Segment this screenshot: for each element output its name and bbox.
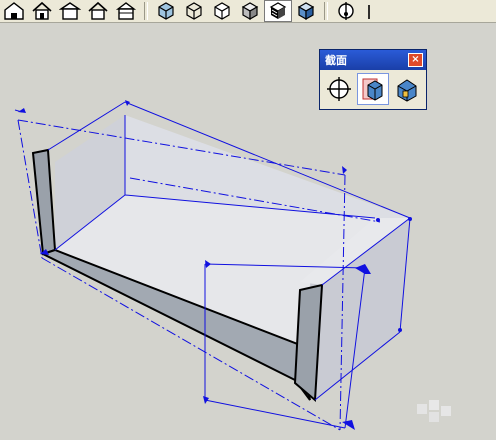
- display-section-cuts-button[interactable]: [391, 73, 423, 105]
- monochrome-style-button[interactable]: [292, 0, 320, 22]
- section-plane-icon: [327, 77, 351, 101]
- section-plane-icon: [338, 2, 354, 20]
- front-view-button[interactable]: [84, 0, 112, 22]
- palette-titlebar[interactable]: 截面 ×: [320, 50, 426, 70]
- wireframe-style-icon: [186, 2, 202, 20]
- xray-style-icon: [158, 2, 174, 20]
- monochrome-style-icon: [297, 2, 315, 21]
- toolbar: [0, 0, 496, 23]
- display-section-cuts-icon: [397, 79, 417, 102]
- section-arrow-icon: [18, 108, 26, 113]
- top-view-button[interactable]: [56, 0, 84, 22]
- views-toolbar: [0, 0, 140, 22]
- sketchup-window: 截面 ×: [0, 0, 496, 440]
- section-cut-left-wall: [31, 148, 57, 256]
- section-extra-button[interactable]: [360, 0, 388, 22]
- home-view-button[interactable]: [28, 0, 56, 22]
- section-arrow-icon: [203, 396, 209, 404]
- home-icon: [32, 1, 52, 20]
- back-view-button[interactable]: [112, 0, 140, 22]
- palette-close-button[interactable]: ×: [408, 53, 423, 67]
- back-view-icon: [115, 2, 137, 20]
- toolbar-separator: [144, 2, 148, 20]
- shaded-textured-style-icon: [269, 2, 287, 19]
- shaded-textured-style-button[interactable]: [264, 0, 292, 22]
- section-arrow-icon: [342, 166, 347, 174]
- display-section-planes-button[interactable]: [357, 73, 389, 105]
- hidden-line-style-button[interactable]: [208, 0, 236, 22]
- iso-view-button[interactable]: [0, 0, 28, 22]
- shaded-style-button[interactable]: [236, 0, 264, 22]
- xray-style-button[interactable]: [152, 0, 180, 22]
- palette-body: [320, 70, 426, 108]
- section-plane-button[interactable]: [332, 0, 360, 22]
- watermark-logo: [417, 400, 451, 422]
- top-view-icon: [59, 2, 81, 20]
- wireframe-style-button[interactable]: [180, 0, 208, 22]
- section-arrow-icon: [342, 420, 355, 430]
- iso-view-icon: [4, 2, 24, 20]
- section-extra-icon: [368, 5, 370, 19]
- hidden-line-style-icon: [214, 2, 230, 20]
- section-toolbar: [332, 0, 388, 22]
- palette-title: 截面: [325, 54, 347, 67]
- section-palette: 截面 ×: [319, 49, 427, 110]
- styles-toolbar: [152, 0, 320, 22]
- shaded-style-icon: [241, 2, 259, 21]
- add-section-plane-button[interactable]: [323, 73, 355, 105]
- display-section-planes-icon: [362, 78, 383, 101]
- front-view-icon: [88, 1, 108, 20]
- section-arrow-icon: [125, 100, 130, 106]
- toolbar-separator: [324, 2, 328, 20]
